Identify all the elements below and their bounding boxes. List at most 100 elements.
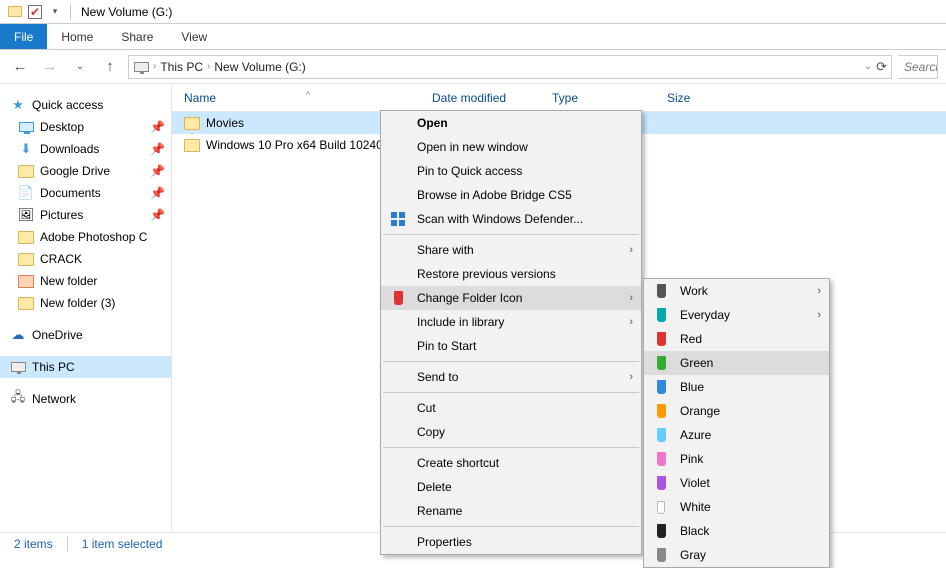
tab-share[interactable]: Share — [107, 24, 167, 49]
subctx-orange[interactable]: Orange — [644, 399, 829, 423]
ctx-properties[interactable]: Properties — [381, 530, 641, 554]
bookmark-icon — [652, 354, 670, 372]
network-icon: 🖧 — [10, 391, 26, 407]
ctx-label: Scan with Windows Defender... — [417, 212, 583, 226]
chevron-right-icon: › — [817, 285, 821, 297]
separator — [383, 392, 639, 393]
subctx-gray[interactable]: Gray — [644, 543, 829, 567]
pin-icon: 📌 — [150, 164, 165, 178]
sidebar-item-crack[interactable]: CRACK — [0, 248, 171, 270]
tab-file[interactable]: File — [0, 24, 47, 49]
address-row: ← → ⌄ ↑ › This PC › New Volume (G:) ⌄ ⟳ … — [0, 50, 946, 84]
ctx-label: White — [680, 500, 711, 514]
sidebar-item-downloads[interactable]: ⬇ Downloads 📌 — [0, 138, 171, 160]
ctx-change-folder-icon[interactable]: Change Folder Icon› — [381, 286, 641, 310]
address-history-dropdown[interactable]: ⌄ — [864, 61, 872, 72]
subctx-white[interactable]: White — [644, 495, 829, 519]
address-bar[interactable]: › This PC › New Volume (G:) ⌄ ⟳ — [128, 55, 892, 79]
ctx-delete[interactable]: Delete — [381, 475, 641, 499]
breadcrumb-volume[interactable]: New Volume (G:) — [214, 60, 305, 74]
column-name[interactable]: ˄Name — [184, 91, 432, 105]
sidebar-network[interactable]: 🖧 Network — [0, 388, 171, 410]
defender-icon — [389, 210, 407, 228]
column-type[interactable]: Type — [552, 91, 667, 105]
sidebar-item-new-folder[interactable]: New folder — [0, 270, 171, 292]
desktop-icon — [18, 119, 34, 135]
sidebar-item-label: Documents — [40, 186, 101, 200]
ctx-open[interactable]: Open — [381, 111, 641, 135]
ctx-label: Share with — [417, 243, 474, 257]
ctx-copy[interactable]: Copy — [381, 420, 641, 444]
search-input[interactable]: Search — [898, 55, 938, 79]
ctx-label: Include in library — [417, 315, 504, 329]
sidebar-onedrive[interactable]: ☁ OneDrive — [0, 324, 171, 346]
ctx-restore-versions[interactable]: Restore previous versions — [381, 262, 641, 286]
sidebar-item-adobe[interactable]: Adobe Photoshop C — [0, 226, 171, 248]
nav-recent-dropdown[interactable]: ⌄ — [68, 55, 92, 79]
ctx-label: Pink — [680, 452, 703, 466]
ctx-label: Cut — [417, 401, 436, 415]
ctx-include-library[interactable]: Include in library › — [381, 310, 641, 334]
sidebar-this-pc[interactable]: This PC — [0, 356, 171, 378]
bookmark-icon — [652, 402, 670, 420]
ctx-rename[interactable]: Rename — [381, 499, 641, 523]
ctx-create-shortcut[interactable]: Create shortcut — [381, 451, 641, 475]
nav-back[interactable]: ← — [8, 55, 32, 79]
nav-forward[interactable]: → — [38, 55, 62, 79]
ctx-label: Copy — [417, 425, 445, 439]
subctx-blue[interactable]: Blue — [644, 375, 829, 399]
bookmark-icon — [652, 306, 670, 324]
separator — [383, 234, 639, 235]
ctx-send-to[interactable]: Send to› — [381, 365, 641, 389]
ctx-label: Orange — [680, 404, 720, 418]
subctx-red[interactable]: Red — [644, 327, 829, 351]
separator — [383, 361, 639, 362]
qat-checkbox[interactable]: ✔ — [26, 3, 44, 21]
sidebar-item-label: Pictures — [40, 208, 83, 222]
subctx-pink[interactable]: Pink — [644, 447, 829, 471]
ctx-scan-defender[interactable]: Scan with Windows Defender... — [381, 207, 641, 231]
ctx-pin-quick-access[interactable]: Pin to Quick access — [381, 159, 641, 183]
tab-view[interactable]: View — [167, 24, 221, 49]
subctx-everyday[interactable]: Everyday› — [644, 303, 829, 327]
ctx-pin-start[interactable]: Pin to Start — [381, 334, 641, 358]
qat-dropdown[interactable]: ▾ — [46, 3, 64, 21]
subctx-azure[interactable]: Azure — [644, 423, 829, 447]
subctx-violet[interactable]: Violet — [644, 471, 829, 495]
ctx-open-new-window[interactable]: Open in new window — [381, 135, 641, 159]
navigation-pane: ★ Quick access Desktop 📌 ⬇ Downloads 📌 G… — [0, 84, 172, 532]
chevron-right-icon: › — [629, 316, 633, 328]
sidebar-quick-access[interactable]: ★ Quick access — [0, 94, 171, 116]
sidebar-item-new-folder-3[interactable]: New folder (3) — [0, 292, 171, 314]
sort-indicator-icon: ˄ — [306, 89, 311, 98]
sidebar-item-google-drive[interactable]: Google Drive 📌 — [0, 160, 171, 182]
bookmark-icon — [652, 378, 670, 396]
sidebar-item-documents[interactable]: 📄 Documents 📌 — [0, 182, 171, 204]
subctx-work[interactable]: Work › — [644, 279, 829, 303]
sidebar-item-desktop[interactable]: Desktop 📌 — [0, 116, 171, 138]
subctx-green[interactable]: Green — [644, 351, 829, 375]
column-date[interactable]: Date modified — [432, 91, 552, 105]
folder-icon — [184, 137, 200, 153]
ctx-share-with[interactable]: Share with› — [381, 238, 641, 262]
download-icon: ⬇ — [18, 141, 34, 157]
nav-up[interactable]: ↑ — [98, 55, 122, 79]
context-menu: Open Open in new window Pin to Quick acc… — [380, 110, 642, 555]
bookmark-icon — [652, 522, 670, 540]
chevron-right-icon: › — [207, 61, 210, 72]
subctx-black[interactable]: Black — [644, 519, 829, 543]
breadcrumb-this-pc[interactable]: This PC — [160, 60, 203, 74]
tab-home[interactable]: Home — [47, 24, 107, 49]
sidebar-label: This PC — [32, 360, 75, 374]
sidebar-item-label: CRACK — [40, 252, 82, 266]
refresh-icon[interactable]: ⟳ — [876, 59, 887, 75]
column-size[interactable]: Size — [667, 91, 747, 105]
ctx-cut[interactable]: Cut — [381, 396, 641, 420]
ctx-browse-bridge[interactable]: Browse in Adobe Bridge CS5 — [381, 183, 641, 207]
sidebar-item-pictures[interactable]: 🖼 Pictures 📌 — [0, 204, 171, 226]
file-name: Movies — [206, 116, 244, 130]
ctx-label: Violet — [680, 476, 710, 490]
ctx-label: Work — [680, 284, 708, 298]
ctx-label: Send to — [417, 370, 458, 384]
sidebar-label: OneDrive — [32, 328, 83, 342]
